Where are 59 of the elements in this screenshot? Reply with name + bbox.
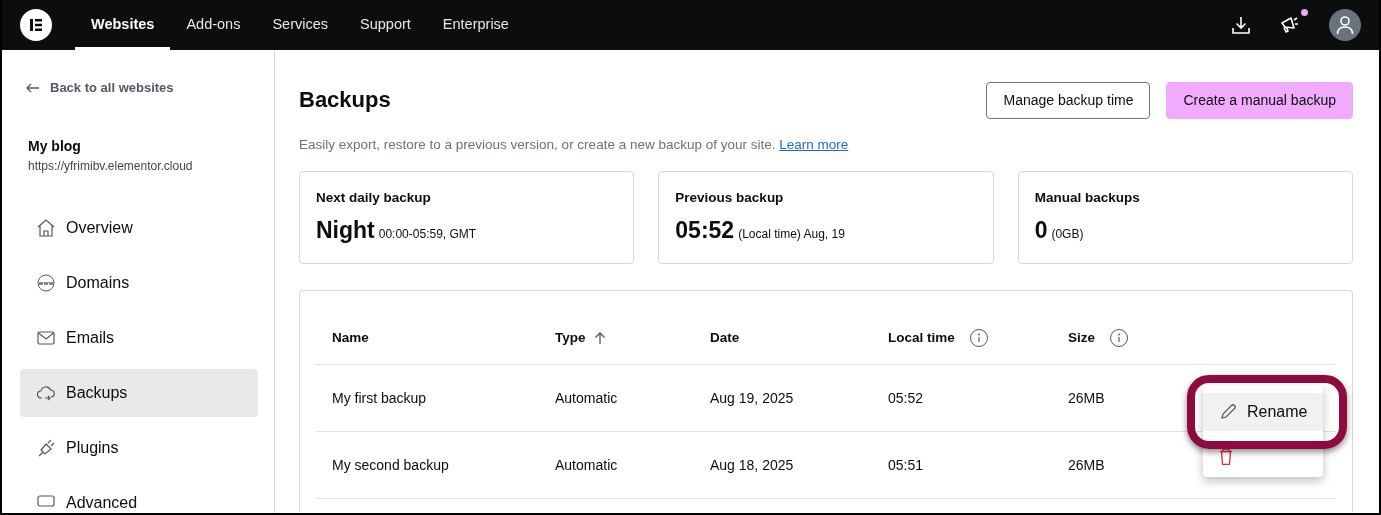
- sidebar-item[interactable]: Overview: [20, 203, 258, 252]
- plug-icon: [36, 437, 56, 458]
- table-cell-text: Aug 19, 2025: [710, 388, 794, 408]
- stat-label: Next daily backup: [316, 189, 432, 208]
- menu-item[interactable]: Rename: [1203, 393, 1323, 431]
- table-cell-text: Aug 18, 2025: [710, 455, 794, 475]
- stat-value: 0: [1034, 215, 1048, 245]
- nav-tab[interactable]: Websites: [75, 0, 171, 50]
- arrow-left-icon: [26, 82, 40, 93]
- globe-icon: [36, 272, 56, 293]
- page-title: Backups: [299, 87, 391, 114]
- table-cell-text: 26MB: [1068, 455, 1105, 475]
- avatar[interactable]: [1329, 9, 1361, 41]
- column-header: Size: [1068, 328, 1095, 347]
- stat-detail: (0GB): [1051, 225, 1084, 243]
- logo-mark-icon: [28, 17, 44, 33]
- sidebar-item[interactable]: Plugins: [20, 423, 258, 472]
- create-backup-button[interactable]: Create a manual backup: [1166, 82, 1353, 119]
- site-url: https://yfrimibv.elementor.cloud: [28, 157, 194, 175]
- info-icon[interactable]: [968, 327, 989, 348]
- table-cell-text: 05:51: [888, 455, 924, 475]
- stat-label: Previous backup: [675, 189, 785, 208]
- trash-icon: [1219, 448, 1233, 465]
- table-cell-text: My first backup: [332, 388, 427, 408]
- nav-tab[interactable]: Services: [256, 0, 345, 50]
- stat-value: Night: [316, 215, 375, 245]
- stat-detail: (Local time) Aug, 19: [738, 225, 845, 243]
- description: Easily export, restore to a previous version, or create a new backup of your site. Learn more: [299, 136, 850, 154]
- column-header: Local time: [888, 328, 955, 347]
- logo-icon[interactable]: [20, 9, 52, 41]
- nav-tab[interactable]: Add-ons: [170, 0, 257, 50]
- info-icon[interactable]: [1109, 327, 1129, 348]
- table-cell-text: 26MB: [1068, 388, 1105, 408]
- table-cell-text: Automatic: [555, 388, 618, 408]
- column-header: Date: [710, 328, 740, 347]
- table-cell-text: My second backup: [332, 455, 449, 475]
- column-header: Name: [332, 328, 369, 347]
- learn-more-link[interactable]: Learn more: [779, 137, 849, 152]
- back-link[interactable]: Back to all websites: [26, 78, 258, 98]
- table-cell-text: 05:52: [888, 388, 924, 408]
- site-name: My blog: [28, 136, 82, 156]
- download-icon[interactable]: [1231, 15, 1251, 35]
- house-icon: [36, 217, 56, 238]
- sidebar-item[interactable]: Emails: [20, 313, 258, 362]
- table-cell-text: Automatic: [555, 455, 618, 475]
- manage-time-button[interactable]: Manage backup time: [986, 82, 1151, 119]
- sidebar-item[interactable]: Advanced: [20, 478, 258, 513]
- stat-label: Manual backups: [1034, 189, 1141, 208]
- stat-detail: 00:00-05:59, GMT: [378, 225, 477, 243]
- column-header: Type: [555, 328, 586, 347]
- nav-tab[interactable]: Support: [344, 0, 427, 50]
- megaphone-icon[interactable]: [1279, 15, 1301, 35]
- sort-up-icon[interactable]: [593, 330, 606, 345]
- nav-tab[interactable]: Enterprise: [426, 0, 525, 50]
- sidebar-item[interactable]: Backups: [20, 368, 258, 417]
- pencil-icon: [1219, 403, 1237, 421]
- stat-value: 05:52: [675, 215, 735, 245]
- user-icon: [1336, 15, 1354, 35]
- sidebar-item[interactable]: Domains: [20, 258, 258, 307]
